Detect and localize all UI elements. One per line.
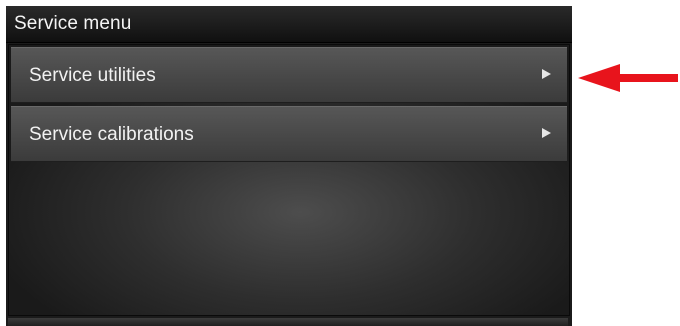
page-title: Service menu	[14, 13, 132, 34]
menu-item-service-calibrations[interactable]: Service calibrations	[11, 106, 567, 162]
menu-item-label: Service utilities	[29, 65, 156, 86]
menu-panel: Service utilities Service calibrations	[8, 44, 570, 316]
title-bar: Service menu	[6, 6, 572, 43]
bottom-bar	[8, 318, 568, 326]
menu-item-label: Service calibrations	[29, 124, 194, 145]
chevron-right-icon	[542, 128, 551, 138]
printer-front-panel: Service menu Service utilities Service c…	[6, 6, 572, 326]
arrow-left-icon	[578, 64, 678, 92]
chevron-right-icon	[542, 69, 551, 79]
menu-item-service-utilities[interactable]: Service utilities	[11, 47, 567, 103]
